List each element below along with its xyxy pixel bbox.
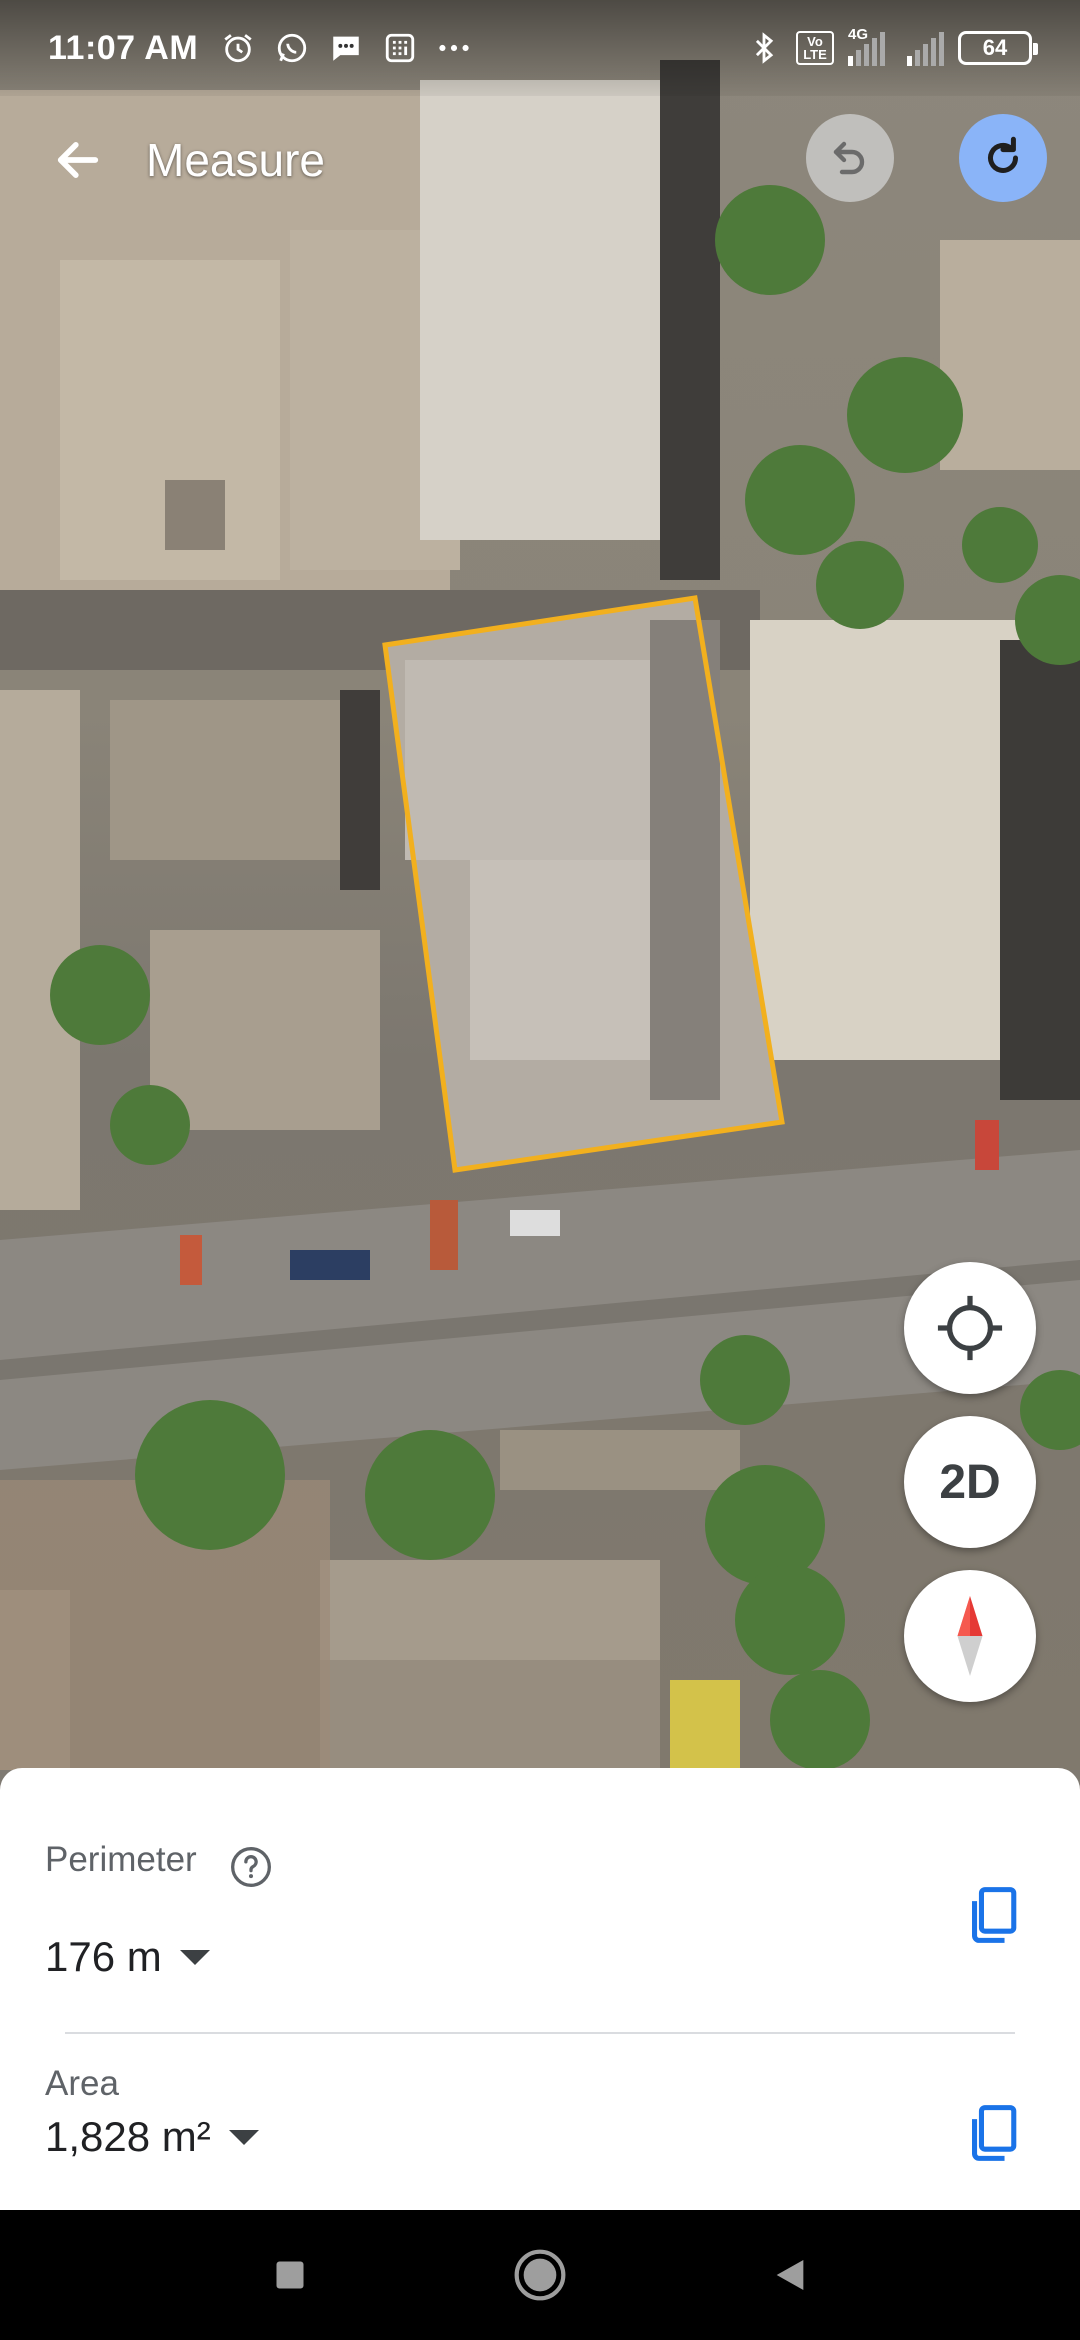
area-row: 1,828 m² — [45, 2113, 1035, 2161]
area-value: 1,828 m² — [45, 2113, 211, 2160]
view-mode-label: 2D — [939, 1455, 1001, 1509]
copy-icon — [972, 2105, 1017, 2161]
status-bar: 11:07 AM Vo LTE 4G 64 — [0, 0, 1080, 96]
copy-perimeter-button[interactable] — [958, 1880, 1028, 1950]
whatsapp-icon — [274, 30, 310, 66]
system-nav-bar — [0, 2210, 1080, 2340]
roof-section — [405, 660, 655, 860]
building-roof — [500, 1430, 740, 1490]
vehicle — [670, 1680, 740, 1770]
building-roof — [150, 930, 380, 1130]
network-type-label: 4G — [848, 26, 869, 43]
area-unit-dropdown[interactable]: 1,828 m² — [45, 2113, 1035, 2161]
chevron-down-icon — [228, 2129, 259, 2145]
area-label: Area — [45, 2064, 119, 2103]
system-back-button[interactable] — [665, 2210, 915, 2340]
vehicle — [510, 1210, 560, 1236]
building-shadow — [340, 690, 380, 890]
calculator-icon — [382, 30, 418, 66]
view-mode-button[interactable]: 2D — [904, 1416, 1036, 1548]
vehicle — [290, 1250, 370, 1280]
home-button[interactable] — [415, 2210, 665, 2340]
battery-icon: 64 — [958, 31, 1038, 65]
more-dots-icon — [436, 30, 472, 66]
building-roof — [940, 240, 1080, 470]
message-icon — [328, 30, 364, 66]
battery-level: 64 — [982, 35, 1008, 60]
perimeter-row: 176 m — [45, 1933, 1035, 1981]
app-bar: Measure — [0, 110, 1080, 210]
status-time: 11:07 AM — [48, 28, 199, 67]
compass-button[interactable] — [904, 1570, 1036, 1702]
vehicle — [975, 1120, 999, 1170]
divider — [65, 2032, 1015, 2034]
bluetooth-icon — [746, 30, 782, 66]
building-roof — [110, 700, 340, 860]
signal-icon — [907, 30, 944, 66]
system-icons: Vo LTE 4G 64 — [746, 26, 1038, 66]
notification-icons — [220, 30, 472, 66]
vehicle — [180, 1235, 202, 1285]
building-roof — [320, 1660, 660, 1770]
volte-icon: Vo LTE — [796, 31, 834, 65]
copy-area-button[interactable] — [958, 2098, 1028, 2168]
perimeter-value: 176 m — [45, 1933, 162, 1980]
arrow-back-icon — [57, 142, 99, 178]
help-icon[interactable] — [229, 1845, 273, 1889]
chevron-down-icon — [179, 1949, 210, 1965]
recents-square-icon — [276, 2261, 304, 2289]
area-header: Area — [45, 2064, 1035, 2104]
home-circle-icon — [514, 2249, 566, 2301]
undo-icon — [833, 141, 865, 175]
my-location-icon — [937, 1295, 1003, 1361]
my-location-button[interactable] — [904, 1262, 1036, 1394]
compass-icon — [957, 1596, 983, 1676]
perimeter-label: Perimeter — [45, 1840, 197, 1879]
alarm-icon — [220, 30, 256, 66]
perimeter-unit-dropdown[interactable]: 176 m — [45, 1933, 1035, 1981]
back-triangle-icon — [776, 2260, 804, 2290]
signal-icon: 4G — [848, 26, 885, 66]
copy-icon — [972, 1887, 1017, 1943]
measurement-sheet: Perimeter 176 m Area 1,828 m² — [0, 1768, 1080, 2210]
building-shadow — [1000, 640, 1080, 1100]
rooftop-structure — [165, 480, 225, 550]
undo-button[interactable] — [806, 114, 894, 202]
vehicle — [430, 1200, 458, 1270]
back-button[interactable] — [28, 110, 128, 210]
perimeter-header: Perimeter — [45, 1840, 1035, 1889]
recents-button[interactable] — [165, 2210, 415, 2340]
redo-icon — [988, 136, 1018, 173]
redo-button[interactable] — [959, 114, 1047, 202]
building-roof — [0, 690, 80, 1210]
page-title: Measure — [146, 134, 325, 186]
